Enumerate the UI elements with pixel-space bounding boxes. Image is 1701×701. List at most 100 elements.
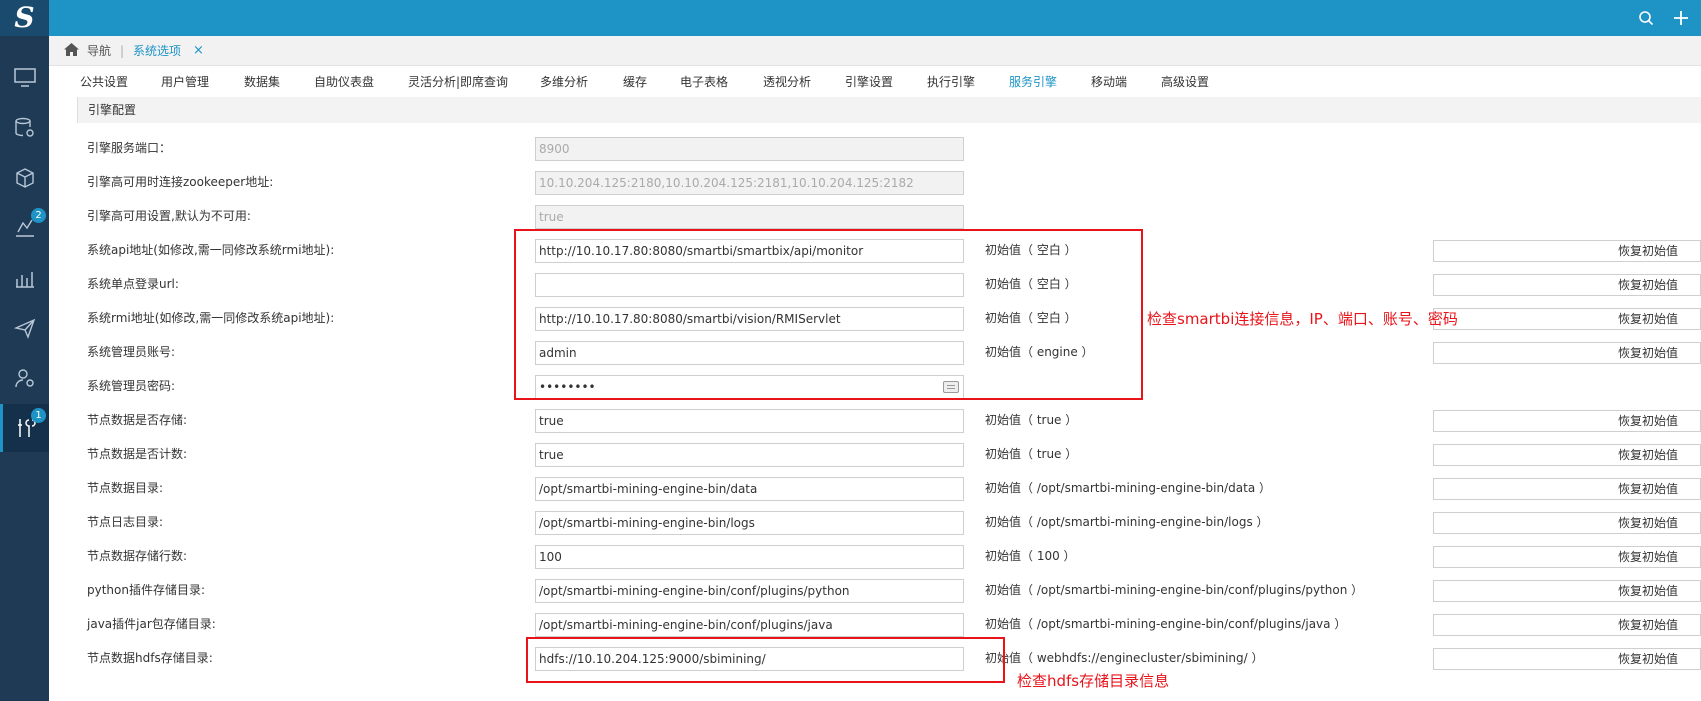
- restore-default-button[interactable]: 恢复初始值: [1433, 342, 1701, 364]
- tab-cache[interactable]: 缓存: [623, 66, 647, 94]
- node-log-dir-input[interactable]: /opt/smartbi-mining-engine-bin/logs: [535, 511, 964, 535]
- tab-olap[interactable]: 多维分析: [540, 66, 588, 94]
- tab-service-engine[interactable]: 服务引擎: [1009, 66, 1057, 94]
- initial-value: 初始值（ true ）: [985, 413, 1078, 427]
- home-icon[interactable]: [64, 36, 79, 66]
- initial-value: 初始值（ 空白 ）: [985, 311, 1077, 325]
- tab-public-settings[interactable]: 公共设置: [80, 66, 128, 94]
- sidebar-item-chart[interactable]: [0, 254, 49, 302]
- engine-port-input[interactable]: 8900: [535, 137, 964, 161]
- bar-chart-icon: [15, 272, 34, 288]
- node-data-count-input[interactable]: true: [535, 443, 964, 467]
- field-label: 系统管理员账号:: [87, 345, 176, 359]
- node-data-dir-input[interactable]: /opt/smartbi-mining-engine-bin/data: [535, 477, 964, 501]
- plus-icon[interactable]: [1669, 6, 1693, 30]
- engine-ha-input[interactable]: true: [535, 205, 964, 229]
- initial-value: 初始值（ 空白 ）: [985, 277, 1077, 291]
- cube-icon: [15, 168, 34, 188]
- breadcrumb-current-tab[interactable]: 系统选项: [133, 36, 181, 66]
- java-plugin-dir-input[interactable]: /opt/smartbi-mining-engine-bin/conf/plug…: [535, 613, 964, 637]
- sidebar-item-monitor[interactable]: [0, 54, 49, 102]
- tab-self-dashboard[interactable]: 自助仪表盘: [314, 66, 374, 94]
- field-label: 节点数据hdfs存储目录:: [87, 651, 213, 665]
- close-tab-icon[interactable]: ×: [193, 36, 204, 66]
- annotation-smartbi-note: 检查smartbi连接信息，IP、端口、账号、密码: [1147, 310, 1458, 328]
- restore-default-button[interactable]: 恢复初始值: [1433, 444, 1701, 466]
- user-settings-icon: [14, 369, 34, 388]
- monitor-icon: [13, 68, 36, 87]
- initial-value: 初始值（ engine ）: [985, 345, 1094, 359]
- initial-value: 初始值（ webhdfs://enginecluster/sbimining/ …: [985, 651, 1264, 665]
- zookeeper-address-input[interactable]: 10.10.204.125:2180,10.10.204.125:2181,10…: [535, 171, 964, 195]
- initial-value: 初始值（ true ）: [985, 447, 1078, 461]
- tab-advanced-settings[interactable]: 高级设置: [1161, 66, 1209, 94]
- restore-default-button[interactable]: 恢复初始值: [1433, 308, 1701, 330]
- restore-default-button[interactable]: 恢复初始值: [1433, 648, 1701, 670]
- search-icon[interactable]: [1634, 6, 1658, 30]
- initial-value: 初始值（ 空白 ）: [985, 243, 1077, 257]
- breadcrumb-separator: |: [120, 44, 125, 58]
- sidebar: 2 1: [0, 36, 49, 701]
- restore-default-button[interactable]: 恢复初始值: [1433, 546, 1701, 568]
- tab-pivot-analysis[interactable]: 透视分析: [763, 66, 811, 94]
- breadcrumb-home[interactable]: 导航: [87, 36, 111, 66]
- restore-default-button[interactable]: 恢复初始值: [1433, 240, 1701, 262]
- field-label: 引擎高可用时连接zookeeper地址:: [87, 175, 274, 189]
- tab-flexible-analysis[interactable]: 灵活分析|即席查询: [408, 66, 508, 94]
- field-label: 系统api地址(如修改,需一同修改系统rmi地址):: [87, 243, 335, 257]
- python-plugin-dir-input[interactable]: /opt/smartbi-mining-engine-bin/conf/plug…: [535, 579, 964, 603]
- restore-default-button[interactable]: 恢复初始值: [1433, 580, 1701, 602]
- sso-url-input[interactable]: [535, 273, 964, 297]
- sidebar-item-cube[interactable]: [0, 154, 49, 202]
- paper-plane-icon: [13, 318, 35, 339]
- field-label: 节点数据目录:: [87, 481, 164, 495]
- sidebar-item-user-settings[interactable]: [0, 354, 49, 402]
- field-label: 系统单点登录url:: [87, 277, 179, 291]
- sidebar-badge-analysis: 2: [31, 208, 46, 223]
- initial-value: 初始值（ /opt/smartbi-mining-engine-bin/logs…: [985, 515, 1269, 529]
- restore-default-button[interactable]: 恢复初始值: [1433, 512, 1701, 534]
- admin-account-input[interactable]: admin: [535, 341, 964, 365]
- tab-execution-engine[interactable]: 执行引擎: [927, 66, 975, 94]
- field-label: python插件存储目录:: [87, 583, 206, 597]
- field-label: 节点数据存储行数:: [87, 549, 188, 563]
- field-label: 节点日志目录:: [87, 515, 164, 529]
- annotation-hdfs-note: 检查hdfs存储目录信息: [1017, 672, 1170, 690]
- node-data-store-input[interactable]: true: [535, 409, 964, 433]
- system-rmi-url-input[interactable]: http://10.10.17.80:8080/smartbi/vision/R…: [535, 307, 964, 331]
- field-label: 节点数据是否存储:: [87, 413, 188, 427]
- password-mask: ••••••••: [539, 380, 596, 394]
- initial-value: 初始值（ /opt/smartbi-mining-engine-bin/conf…: [985, 583, 1364, 597]
- tab-dataset[interactable]: 数据集: [244, 66, 280, 94]
- sidebar-item-publish[interactable]: [0, 304, 49, 352]
- breadcrumb: 导航 | 系统选项 ×: [49, 36, 1701, 66]
- field-label: 引擎服务端口：: [87, 141, 172, 155]
- smartbi-logo[interactable]: S: [0, 0, 49, 36]
- node-data-rows-input[interactable]: 100: [535, 545, 964, 569]
- database-gear-icon: [14, 117, 34, 137]
- sidebar-item-database[interactable]: [0, 104, 49, 152]
- initial-value: 初始值（ /opt/smartbi-mining-engine-bin/conf…: [985, 617, 1347, 631]
- top-bar: S: [0, 0, 1701, 36]
- keyboard-icon[interactable]: [943, 381, 959, 393]
- settings-tabs: 公共设置 用户管理 数据集 自助仪表盘 灵活分析|即席查询 多维分析 缓存 电子…: [49, 66, 1701, 94]
- restore-default-button[interactable]: 恢复初始值: [1433, 274, 1701, 296]
- field-label: 系统rmi地址(如修改,需一同修改系统api地址):: [87, 311, 335, 325]
- tab-engine-settings[interactable]: 引擎设置: [845, 66, 893, 94]
- system-api-url-input[interactable]: http://10.10.17.80:8080/smartbi/smartbix…: [535, 239, 964, 263]
- section-engine-config: 引擎配置: [77, 97, 1701, 123]
- hdfs-dir-input[interactable]: hdfs://10.10.204.125:9000/sbimining/: [535, 647, 964, 671]
- admin-password-input[interactable]: ••••••••: [535, 375, 964, 399]
- restore-default-button[interactable]: 恢复初始值: [1433, 410, 1701, 432]
- tab-user-management[interactable]: 用户管理: [161, 66, 209, 94]
- field-label: 引擎高可用设置,默认为不可用:: [87, 209, 251, 223]
- tab-mobile[interactable]: 移动端: [1091, 66, 1127, 94]
- sidebar-badge-tools: 1: [31, 408, 46, 423]
- section-title: 引擎配置: [88, 103, 137, 117]
- tab-spreadsheet[interactable]: 电子表格: [680, 66, 728, 94]
- restore-default-button[interactable]: 恢复初始值: [1433, 478, 1701, 500]
- field-label: java插件jar包存储目录:: [87, 617, 216, 631]
- field-label: 节点数据是否计数:: [87, 447, 188, 461]
- restore-default-button[interactable]: 恢复初始值: [1433, 614, 1701, 636]
- initial-value: 初始值（ /opt/smartbi-mining-engine-bin/data…: [985, 481, 1271, 495]
